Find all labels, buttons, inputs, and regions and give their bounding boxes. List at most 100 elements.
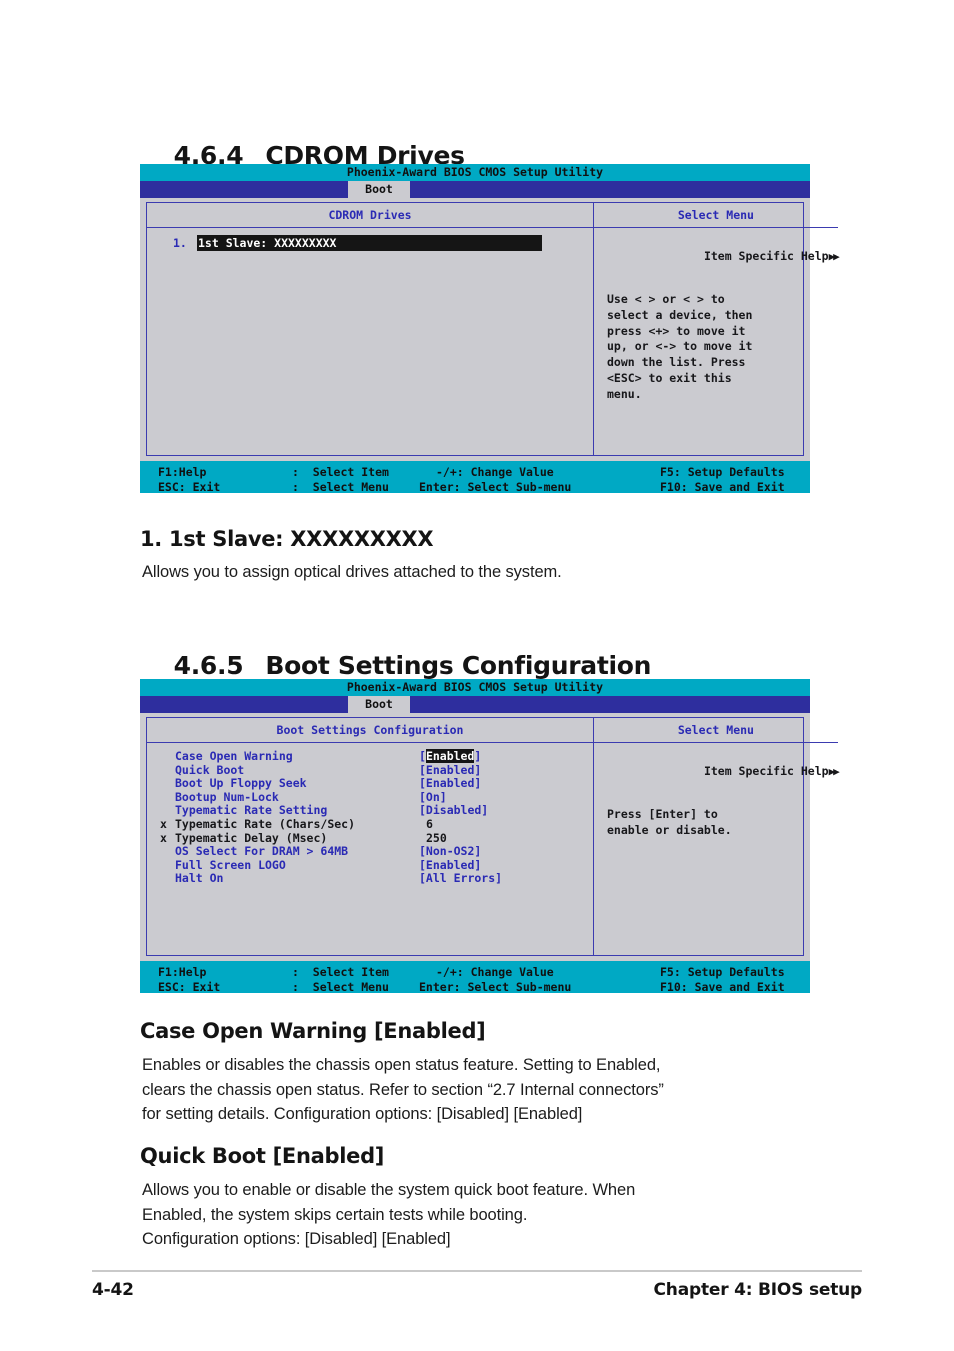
setting-value-highlighted: Enabled [425, 749, 475, 763]
right-panel-select-menu: Select Menu Item Specific Help▶▶ Press [… [594, 718, 840, 955]
legend-save-exit: F10: Save and Exit [660, 480, 785, 494]
bios-legend-bar: F1:Help ESC: Exit : Select Item : Select… [140, 461, 810, 494]
description-body-case-open-warning: Enables or disables the chassis open sta… [142, 1056, 664, 1123]
setting-label: Full Screen LOGO [175, 857, 286, 872]
setting-label: OS Select For DRAM > 64MB [175, 844, 349, 859]
description-body-1st-slave: Allows you to assign optical drives atta… [142, 563, 562, 581]
setting-label: Typematic Rate Setting [175, 803, 328, 818]
footer-chapter: Chapter 4: BIOS setup [653, 1280, 863, 1300]
setting-row[interactable]: x Typematic Delay (Msec) 250 [147, 830, 593, 846]
left-panel-boot-settings: Boot Settings Configuration Case Open Wa… [147, 718, 594, 955]
setting-row[interactable]: Case Open Warning [Enabled] [147, 749, 593, 764]
setting-disabled-marker: x [160, 816, 167, 831]
description-heading-1st-slave: 1. 1st Slave: XXXXXXXXX [140, 527, 434, 551]
setting-label: Bootup Num-Lock [175, 789, 279, 804]
tab-boot[interactable]: Boot [348, 181, 410, 198]
left-panel-header: CDROM Drives [147, 203, 593, 228]
boot-settings-list: Case Open Warning [Enabled] Quick Boot [Ena… [147, 743, 593, 886]
setting-value[interactable]: [On] [419, 790, 447, 805]
setting-row[interactable]: x Typematic Rate (Chars/Sec) 6 [147, 816, 593, 832]
right-panel-header: Select Menu [594, 203, 838, 228]
legend-select-item: : Select Item [292, 965, 389, 979]
bios-panels: CDROM Drives 1. 1st Slave: XXXXXXXXX Sel… [146, 202, 840, 456]
bios-screen-cdrom-drives: Phoenix-Award BIOS CMOS Setup Utility Bo… [140, 164, 840, 494]
help-heading-text: Item Specific Help [703, 249, 829, 263]
page-number: 4-42 [92, 1280, 134, 1300]
setting-value[interactable]: [Enabled] [419, 763, 481, 778]
setting-value[interactable]: [All Errors] [419, 872, 502, 886]
legend-select-submenu: Enter: Select Sub-menu [419, 480, 572, 494]
help-heading-text: Item Specific Help [703, 764, 829, 778]
legend-setup-defaults: F5: Setup Defaults [660, 965, 785, 979]
bios-legend-bar: F1:Help ESC: Exit : Select Item : Select… [140, 961, 810, 994]
setting-value[interactable]: 6 [426, 817, 433, 832]
description-heading-quick-boot: Quick Boot [Enabled] [140, 1144, 385, 1168]
setting-row[interactable]: Halt On [All Errors] [147, 872, 593, 886]
setting-label: Boot Up Floppy Seek [175, 776, 307, 791]
bios-title-bar: Phoenix-Award BIOS CMOS Setup Utility [140, 164, 810, 181]
help-body: Use < > or < > to select a device, then … [607, 292, 753, 401]
footer-divider [92, 1270, 862, 1272]
drive-label-selected: 1st Slave: XXXXXXXXX [197, 235, 542, 251]
legend-select-item: : Select Item [292, 465, 389, 479]
legend-select-menu: : Select Menu [292, 980, 389, 994]
right-panel-select-menu: Select Menu Item Specific Help▶▶ Use < >… [594, 203, 840, 455]
bracket-close: ] [474, 749, 482, 763]
setting-value[interactable]: 250 [426, 831, 447, 846]
setting-row[interactable]: Boot Up Floppy Seek [Enabled] [147, 777, 593, 791]
legend-select-menu: : Select Menu [292, 480, 389, 494]
double-chevron-right-icon: ▶▶ [828, 765, 840, 778]
double-chevron-right-icon: ▶▶ [828, 250, 840, 263]
section-number: 4.6.5 [173, 651, 244, 680]
help-body: Press [Enter] to enable or disable. [607, 807, 732, 837]
bios-body: CDROM Drives 1. 1st Slave: XXXXXXXXX Sel… [140, 198, 840, 461]
bios-panels: Boot Settings Configuration Case Open Wa… [146, 717, 840, 956]
description-heading-case-open-warning: Case Open Warning [Enabled] [140, 1019, 486, 1043]
bios-tab-bar: Boot [140, 696, 810, 713]
left-panel-header: Boot Settings Configuration [147, 718, 593, 743]
setting-value[interactable]: [Disabled] [419, 804, 488, 818]
left-panel-cdrom: CDROM Drives 1. 1st Slave: XXXXXXXXX [147, 203, 594, 455]
list-item[interactable]: 1. 1st Slave: XXXXXXXXX [147, 235, 593, 251]
setting-row[interactable]: Quick Boot [Enabled] [147, 762, 593, 778]
setting-label: Case Open Warning [175, 749, 293, 763]
setting-label: Typematic Delay (Msec) [175, 830, 328, 845]
bios-body: Boot Settings Configuration Case Open Wa… [140, 713, 840, 961]
bracket-open: [ [419, 749, 426, 763]
legend-select-submenu: Enter: Select Sub-menu [419, 980, 572, 994]
cdrom-drive-list: 1. 1st Slave: XXXXXXXXX [147, 228, 593, 251]
setting-label: Quick Boot [175, 762, 245, 777]
tab-boot[interactable]: Boot [348, 696, 410, 713]
setting-row[interactable]: Full Screen LOGO [Enabled] [147, 857, 593, 873]
setting-disabled-marker: x [160, 830, 167, 845]
legend-f1-help: F1:Help [158, 965, 207, 979]
setting-row[interactable]: OS Select For DRAM > 64MB [Non-OS2] [147, 845, 593, 859]
section-title: Boot Settings Configuration [265, 651, 652, 680]
bios-title-bar: Phoenix-Award BIOS CMOS Setup Utility [140, 679, 810, 696]
legend-esc-exit: ESC: Exit [158, 480, 221, 494]
right-panel-header: Select Menu [594, 718, 838, 743]
setting-row[interactable]: Bootup Num-Lock [On] [147, 789, 593, 805]
document-page: 4.6.4 CDROM Drives Phoenix-Award BIOS CMO… [0, 0, 954, 1351]
help-heading: Item Specific Help▶▶ [607, 235, 840, 277]
legend-f1-help: F1:Help [158, 465, 207, 479]
setting-value[interactable]: [Enabled] [419, 777, 481, 791]
legend-change-value: -/+: Change Value [436, 965, 554, 979]
legend-save-exit: F10: Save and Exit [660, 980, 785, 994]
legend-esc-exit: ESC: Exit [158, 980, 221, 994]
legend-setup-defaults: F5: Setup Defaults [660, 465, 785, 479]
setting-value[interactable]: [Non-OS2] [419, 845, 481, 859]
setting-row[interactable]: Typematic Rate Setting [Disabled] [147, 804, 593, 818]
bios-tab-bar: Boot [140, 181, 810, 198]
setting-label: Typematic Rate (Chars/Sec) [175, 816, 356, 831]
help-area: Item Specific Help▶▶ Press [Enter] to en… [594, 743, 840, 839]
bios-screen-boot-settings: Phoenix-Award BIOS CMOS Setup Utility Bo… [140, 679, 840, 994]
description-body-quick-boot: Allows you to enable or disable the syst… [142, 1181, 636, 1248]
setting-value[interactable]: [Enabled] [419, 858, 481, 873]
setting-label: Halt On [175, 871, 224, 886]
help-area: Item Specific Help▶▶ Use < > or < > to s… [594, 228, 840, 403]
setting-value[interactable]: [Enabled] [419, 749, 482, 764]
legend-change-value: -/+: Change Value [436, 465, 554, 479]
help-heading: Item Specific Help▶▶ [607, 750, 840, 792]
drive-index: 1. [173, 236, 187, 250]
